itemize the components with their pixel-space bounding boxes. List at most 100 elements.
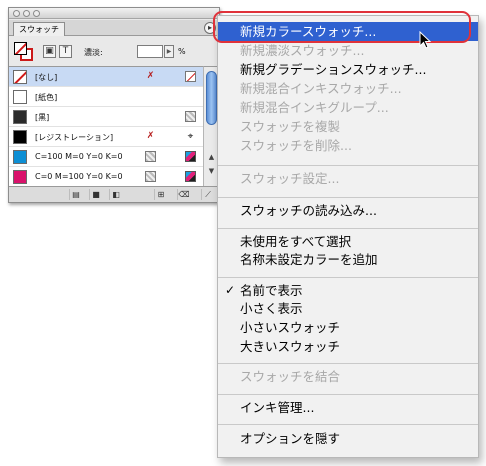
swatch-row[interactable]: [なし] ✗: [9, 67, 203, 87]
swatch-row[interactable]: [レジストレーション] ✗ ⌖: [9, 127, 203, 147]
menu-separator: [218, 228, 478, 229]
trash-icon[interactable]: ⌫: [177, 189, 190, 200]
menu-item-label: 新規混合インキスウォッチ...: [240, 81, 402, 96]
none-delete-icon: [185, 71, 196, 82]
swatch-chip: [13, 110, 27, 124]
swatch-name: C=0 M=100 Y=0 K=0: [35, 172, 123, 181]
menu-item-label: 新規グラデーションスウォッチ...: [240, 62, 427, 77]
menu-separator: [218, 363, 478, 364]
menu-item-label: 新規混合インキグループ...: [240, 100, 389, 115]
fill-swatch-icon[interactable]: [14, 42, 27, 55]
panel-toolbar: ▣ T 濃淡: ▶ %: [9, 37, 219, 65]
menu-item-label: インキ管理...: [240, 400, 315, 415]
show-color-swatches-icon[interactable]: ■: [89, 189, 102, 200]
menu-item-label: スウォッチを削除...: [240, 138, 352, 153]
swatch-chip: [13, 150, 27, 164]
menu-item-label: スウォッチ設定...: [240, 171, 340, 186]
menu-item-label: 新規濃淡スウォッチ...: [240, 43, 365, 58]
menu-item-load-swatches[interactable]: スウォッチの読み込み...: [218, 201, 478, 220]
fill-stroke-widget[interactable]: [14, 42, 34, 62]
menu-item-label: 未使用をすべて選択: [240, 234, 352, 249]
menu-item-duplicate-swatch: スウォッチを複製: [218, 117, 478, 136]
panel-tabstrip: スウォッチ ▸: [9, 20, 219, 36]
menu-item-small-swatch-view[interactable]: 小さいスウォッチ: [218, 318, 478, 337]
swatch-name: [黒]: [35, 113, 50, 122]
menu-separator: [218, 197, 478, 198]
show-gradient-swatches-icon[interactable]: ◧: [109, 189, 122, 200]
process-icon: [185, 111, 196, 122]
swatch-list: [なし] ✗ [紙色] [黒] [レジストレーション] ✗ ⌖ C=100 M=0 Y=0 K…: [9, 66, 203, 186]
tab-swatches[interactable]: スウォッチ: [13, 22, 65, 36]
process-icon: [145, 171, 156, 182]
menu-item-label: オプションを隠す: [240, 431, 341, 446]
registration-icon: ⌖: [187, 131, 194, 142]
panel-options-menu: 新規カラースウォッチ... 新規濃淡スウォッチ... 新規グラデーションスウォッチ.…: [217, 15, 479, 458]
new-swatch-icon[interactable]: ⊞: [154, 189, 167, 200]
menu-item-swatch-options: スウォッチ設定...: [218, 169, 478, 188]
text-format-button[interactable]: T: [59, 45, 72, 58]
swatch-chip: [13, 70, 27, 84]
container-square-icon: ▣: [45, 46, 54, 56]
menu-item-small-name-view[interactable]: 小さく表示: [218, 299, 478, 318]
panel-titlebar: [9, 8, 219, 19]
menu-item-hide-options[interactable]: オプションを隠す: [218, 429, 478, 448]
menu-item-new-mixed-ink-group: 新規混合インキグループ...: [218, 98, 478, 117]
menu-item-new-tint-swatch: 新規濃淡スウォッチ...: [218, 41, 478, 60]
menu-item-label: 名称未設定カラーを追加: [240, 252, 378, 267]
lock-icon: ✗: [146, 71, 155, 81]
tint-label: 濃淡:: [84, 48, 103, 57]
tint-popup-arrow[interactable]: ▶: [164, 45, 174, 58]
menu-separator: [218, 277, 478, 278]
panel-menu-triangle-icon: ▸: [207, 23, 212, 32]
menu-item-add-unnamed-colors[interactable]: 名称未設定カラーを追加: [218, 250, 478, 269]
menu-separator: [218, 165, 478, 166]
scrollbar-thumb[interactable]: [206, 71, 217, 125]
menu-item-label: スウォッチの読み込み...: [240, 203, 377, 218]
swatch-row[interactable]: [紙色]: [9, 87, 203, 107]
menu-separator: [218, 394, 478, 395]
menu-item-name-view[interactable]: ✓ 名前で表示: [218, 281, 478, 300]
swatch-name: [なし]: [35, 73, 58, 82]
menu-item-label: 大きいスウォッチ: [240, 339, 341, 354]
swatch-name: C=100 M=0 Y=0 K=0: [35, 152, 123, 161]
swatch-chip: [13, 130, 27, 144]
swatches-panel: スウォッチ ▸ ▣ T 濃淡: ▶ % [なし] ✗ [紙色] [黒] [レジストレーシ…: [8, 7, 220, 203]
zoom-window-button[interactable]: [33, 10, 40, 17]
checkmark-icon: ✓: [225, 283, 236, 297]
lock-icon: ✗: [146, 131, 155, 141]
menu-item-select-all-unused[interactable]: 未使用をすべて選択: [218, 232, 478, 251]
swatch-chip: [13, 90, 27, 104]
menu-item-large-swatch-view[interactable]: 大きいスウォッチ: [218, 337, 478, 356]
process-icon: [145, 151, 156, 162]
menu-item-delete-swatch: スウォッチを削除...: [218, 136, 478, 155]
cmyk-icon: [185, 171, 196, 182]
resize-grip-icon[interactable]: ⟋: [201, 189, 214, 200]
chevron-right-icon: ▶: [166, 48, 172, 55]
show-all-swatches-icon[interactable]: ▤: [69, 189, 82, 200]
menu-item-label: 小さく表示: [240, 301, 303, 316]
menu-item-ink-manager[interactable]: インキ管理...: [218, 398, 478, 417]
cmyk-icon: [185, 151, 196, 162]
swatch-row[interactable]: C=100 M=0 Y=0 K=0: [9, 147, 203, 167]
swatch-row[interactable]: C=0 M=100 Y=0 K=0: [9, 167, 203, 186]
close-window-button[interactable]: [13, 10, 20, 17]
menu-item-new-gradient-swatch[interactable]: 新規グラデーションスウォッチ...: [218, 60, 478, 79]
tint-unit: %: [178, 47, 186, 56]
mouse-cursor-icon: [419, 31, 432, 49]
menu-item-merge-swatches: スウォッチを結合: [218, 367, 478, 386]
menu-item-label: スウォッチを結合: [240, 369, 341, 384]
text-t-icon: T: [62, 46, 69, 56]
panel-bottom-bar: ▤ ■ ◧ ⊞ ⌫ ⟋: [9, 186, 219, 202]
menu-item-label: 小さいスウォッチ: [240, 320, 341, 335]
minimize-window-button[interactable]: [23, 10, 30, 17]
menu-item-new-mixed-ink-swatch: 新規混合インキスウォッチ...: [218, 79, 478, 98]
swatch-name: [レジストレーション]: [35, 133, 114, 142]
tint-input[interactable]: [137, 45, 163, 58]
menu-item-label: スウォッチを複製: [240, 119, 341, 134]
container-format-button[interactable]: ▣: [43, 45, 56, 58]
swatch-row[interactable]: [黒]: [9, 107, 203, 127]
menu-separator: [218, 424, 478, 425]
menu-item-label: 名前で表示: [240, 283, 303, 298]
swatch-chip: [13, 170, 27, 184]
swatch-name: [紙色]: [35, 93, 58, 102]
